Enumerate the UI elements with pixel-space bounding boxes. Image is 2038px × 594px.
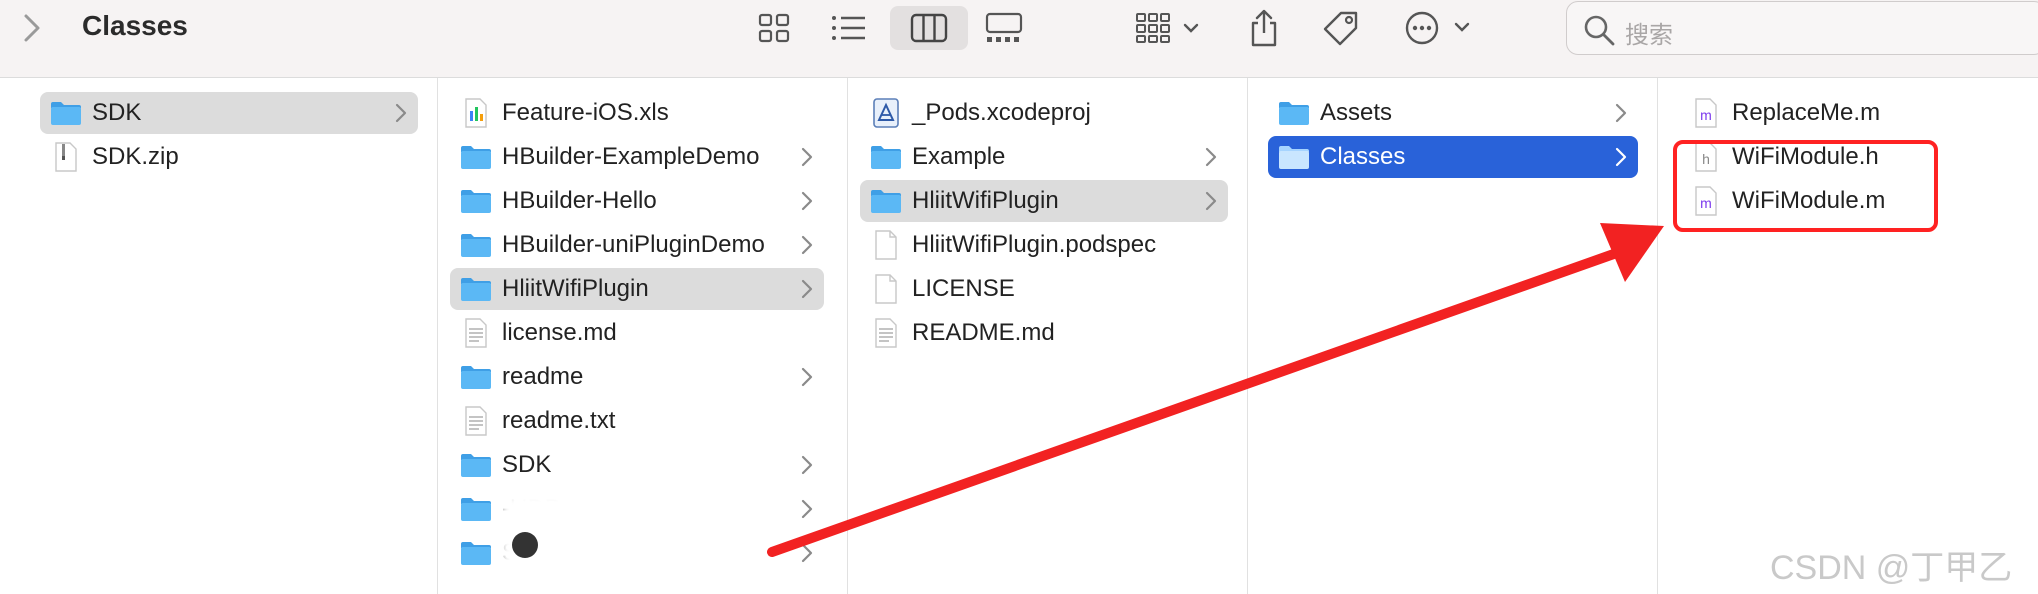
watermark: CSDN @丁甲乙 xyxy=(1770,549,2013,587)
redaction-mark xyxy=(512,532,538,558)
redaction-blur xyxy=(500,492,608,574)
annotation-arrow xyxy=(767,223,1664,557)
